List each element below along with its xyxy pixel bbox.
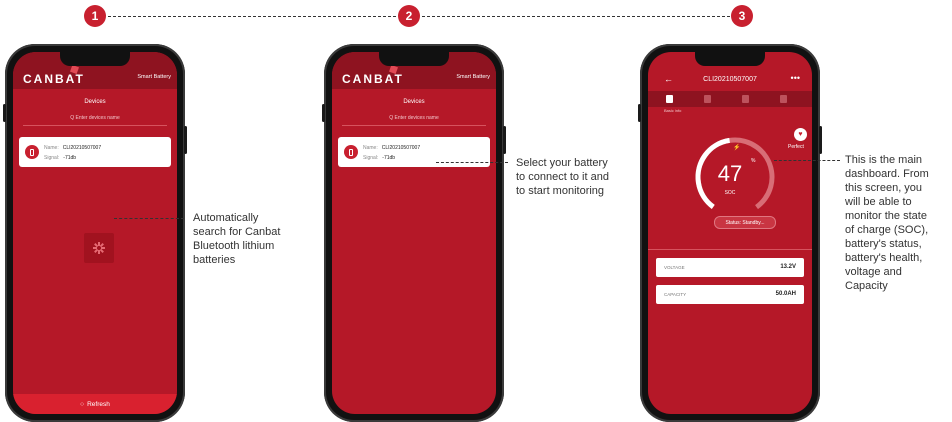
device-search-input[interactable]: Q Enter devices name: [13, 115, 177, 121]
dashboard-tabs: [648, 91, 812, 107]
tab-basic-info-label: Basic info: [664, 108, 682, 113]
step-3-badge: 3: [731, 5, 753, 27]
device-signal-line: Signal: -71db: [363, 155, 396, 161]
battery-icon: [344, 145, 358, 159]
phone-notch: [379, 52, 449, 66]
annotation-step-1: Automatically search for Canbat Bluetoot…: [193, 212, 281, 266]
search-icon: Q: [70, 115, 75, 121]
more-icon[interactable]: •••: [791, 73, 800, 83]
annotation-pointer-2: [436, 162, 508, 163]
refresh-label: Refresh: [87, 400, 110, 408]
header-smart-battery: Smart Battery: [137, 74, 171, 80]
search-underline: [23, 125, 167, 126]
search-placeholder: Enter devices name: [394, 115, 439, 121]
document-icon[interactable]: [704, 95, 711, 103]
voltage-label: VOLTAGE: [664, 265, 685, 270]
devices-title: Devices: [403, 99, 425, 105]
side-button: [184, 126, 187, 154]
phone-1-screen: CANBAT Smart Battery Devices Q Enter dev…: [13, 52, 177, 414]
section-divider: [648, 249, 812, 250]
phone-notch: [695, 52, 765, 66]
voltage-value: 13.2V: [780, 264, 796, 270]
annotation-step-2: Select your battery to connect to it and…: [516, 157, 609, 197]
side-button: [3, 104, 6, 122]
device-name: CLI20210507007: [62, 145, 102, 151]
capacity-value: 50.0AH: [775, 291, 796, 297]
header-smart-battery: Smart Battery: [456, 74, 490, 80]
battery-icon[interactable]: [666, 95, 673, 103]
voltage-row[interactable]: VOLTAGE 13.2V: [656, 258, 804, 277]
canbat-logo: CANBAT: [342, 72, 404, 86]
annotation-pointer-3: [774, 160, 840, 161]
device-signal: -71db: [382, 155, 396, 161]
refresh-button[interactable]: ○ Refresh: [13, 394, 177, 414]
side-button: [819, 126, 822, 154]
soc-label: SOC: [724, 190, 736, 196]
device-search-input[interactable]: Q Enter devices name: [332, 115, 496, 121]
step-2-badge: 2: [398, 5, 420, 27]
loading-spinner-icon: [84, 233, 114, 263]
soc-value: 47: [717, 161, 743, 186]
phone-1: CANBAT Smart Battery Devices Q Enter dev…: [3, 44, 187, 422]
phone-3: ← CLI20210507007 ••• Basic info ⚡ 47 % S…: [638, 44, 822, 422]
lock-icon[interactable]: [742, 95, 749, 103]
devices-title: Devices: [84, 99, 106, 105]
search-icon: Q: [389, 115, 394, 121]
soc-unit: %: [751, 158, 756, 164]
capacity-row[interactable]: CAPACITY 50.0AH: [656, 285, 804, 304]
phone-2: CANBAT Smart Battery Devices Q Enter dev…: [322, 44, 506, 422]
health-label: Perfect: [788, 144, 804, 150]
phone-3-screen: ← CLI20210507007 ••• Basic info ⚡ 47 % S…: [648, 52, 812, 414]
search-underline: [342, 125, 486, 126]
device-name: CLI20210507007: [381, 145, 421, 151]
step-1-badge: 1: [84, 5, 106, 27]
device-signal-line: Signal: -71db: [44, 155, 77, 161]
device-signal: -71db: [63, 155, 77, 161]
refresh-icon: ○: [80, 400, 85, 408]
dashboard-title: CLI20210507007: [703, 76, 757, 83]
cart-icon[interactable]: [780, 95, 787, 103]
capacity-label: CAPACITY: [664, 292, 687, 297]
charging-bolt-icon: ⚡: [733, 145, 741, 151]
side-button: [503, 126, 506, 154]
phone-notch: [60, 52, 130, 66]
status-badge: Status: Standby...: [714, 216, 776, 229]
search-placeholder: Enter devices name: [75, 115, 120, 121]
phone-2-screen: CANBAT Smart Battery Devices Q Enter dev…: [332, 52, 496, 414]
side-button: [322, 104, 325, 122]
device-name-line: Name: CLI20210507007: [44, 145, 102, 151]
battery-icon: [25, 145, 39, 159]
device-name-line: Name: CLI20210507007: [363, 145, 421, 151]
canbat-logo: CANBAT: [23, 72, 85, 86]
step-connector-1-2: [108, 16, 396, 17]
annotation-pointer-1: [114, 218, 184, 219]
side-button: [638, 104, 641, 122]
annotation-step-3: This is the main dashboard. From this sc…: [845, 154, 929, 292]
device-card[interactable]: Name: CLI20210507007 Signal: -71db: [19, 137, 171, 167]
step-connector-2-3: [422, 16, 730, 17]
heart-icon: ♥: [794, 128, 807, 141]
